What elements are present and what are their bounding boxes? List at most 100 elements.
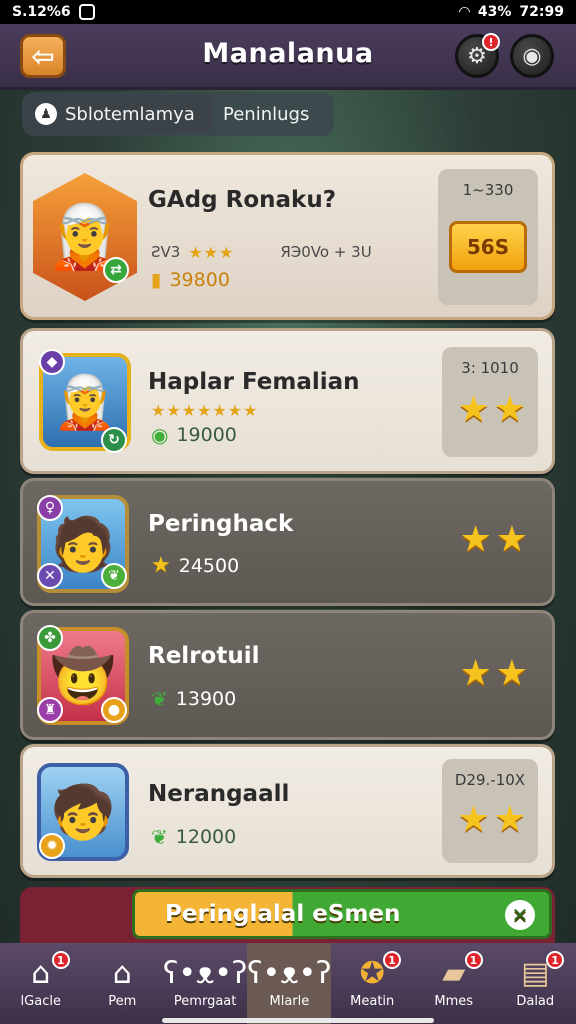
coin-icon: ▮: [151, 269, 162, 291]
home-indicator[interactable]: [162, 1018, 434, 1023]
card-stars: ★ ★: [457, 389, 526, 430]
panel-label: 3: 1010: [461, 359, 519, 377]
tab-sblotemlamya[interactable]: ♟ Sblotemlamya: [25, 95, 213, 133]
nav-label: Meatin: [350, 994, 395, 1009]
score: ◉ 19000: [151, 423, 237, 447]
panel-label: 1~330: [462, 181, 514, 199]
nav-item-meatin[interactable]: ✪ Meatin 1: [331, 943, 413, 1024]
swap-icon: ⇄: [103, 257, 129, 283]
panel-label: D29.-10X: [454, 771, 526, 789]
star-icon: ★: [151, 553, 171, 578]
banner-text: Peringlalal eSmen: [165, 901, 401, 927]
warrior-portrait-icon: 🧝: [52, 372, 118, 433]
character-card[interactable]: 🧒 ✹ Nerangaall ❦ 12000 D29.-10X ★ ★: [20, 744, 555, 878]
nav-label: Mmes: [434, 994, 474, 1009]
coin-badge-icon: ✹: [39, 833, 65, 859]
score-value: 39800: [169, 269, 230, 291]
card-icon: ▰: [442, 956, 466, 991]
nav-badge: 1: [546, 951, 565, 969]
battery-percent: 43%: [477, 4, 512, 20]
nav-item-mlarle[interactable]: ʕ•ᴥ•ʔ Mlarle: [247, 943, 332, 1024]
house-icon: ⌂: [31, 956, 51, 991]
star-icon: ★: [459, 653, 492, 694]
nav-badge: 1: [382, 951, 401, 969]
leaf-icon: ❦: [151, 687, 168, 711]
nav-label: lGacle: [20, 994, 61, 1009]
character-name: Peringhack: [148, 511, 294, 537]
character-name: Haplar Femalian: [148, 369, 360, 395]
nav-item-pemrgaat[interactable]: ʕ•ᴥ•ʔ Pemrgaat: [163, 943, 247, 1024]
bear-icon: ʕ•ᴥ•ʔ: [163, 956, 248, 991]
scroll-icon: ▤: [521, 956, 550, 991]
coin-badge-icon: ●: [101, 697, 127, 723]
level-row: ƧV3 ★★★ ЯЭ0Vo + 3U: [151, 243, 372, 262]
card-stars: ★ ★: [457, 799, 526, 840]
class-icon: ♜: [37, 697, 63, 723]
house-icon: ⌂: [112, 956, 132, 991]
star-icon: ★: [495, 519, 528, 560]
star-icon: ★: [459, 519, 492, 560]
rank-icon: ◆: [39, 349, 65, 375]
score-value: 19000: [176, 424, 237, 446]
character-name: GAdg Ronaku?: [148, 187, 337, 213]
gold-coin-icon: ✪: [359, 956, 385, 991]
person-icon: ♟: [35, 103, 57, 125]
promo-banner[interactable]: Peringlalal eSmen ✕: [132, 889, 552, 939]
rating-stars: ★★★: [188, 243, 235, 262]
app-notification-icon: [78, 4, 95, 20]
nav-item-mmes[interactable]: ▰ Mmes 1: [413, 943, 495, 1024]
character-card[interactable]: 🧑 ♀ ✕ ❦ Peringhack ★ 24500 ★ ★: [20, 478, 555, 606]
score: ★ 24500: [151, 553, 239, 578]
tab-label: Sblotemlamya: [65, 103, 195, 125]
header: ⇦ Manalanua ⚙ ! ◉: [0, 24, 576, 90]
rank-icon: ♀: [37, 495, 63, 521]
collect-button[interactable]: 56S: [449, 221, 527, 273]
profile-button[interactable]: ◉: [510, 34, 554, 78]
character-card[interactable]: 🧝 ◆ ↻ Haplar Femalian ★★★★★★★ ◉ 19000 3:…: [20, 328, 555, 474]
tab-peninlugs[interactable]: Peninlugs: [213, 95, 319, 133]
star-icon: ★: [457, 799, 490, 840]
bear-icon: ʕ•ᴥ•ʔ: [247, 956, 332, 991]
card-stars: ★ ★: [459, 653, 528, 694]
character-card[interactable]: 🤠 ✤ ♜ ● Relrotuil ❦ 13900 ★ ★: [20, 610, 555, 740]
card-stars: ★ ★: [459, 519, 528, 560]
bottom-navigation: ⌂ lGacle 1 ⌂ Pem ʕ•ᴥ•ʔ Pemrgaat ʕ•ᴥ•ʔ Ml…: [0, 943, 576, 1024]
rating-stars: ★★★★★★★: [151, 401, 259, 420]
leaf-icon: ❦: [151, 825, 168, 849]
leaf-icon: ◉: [151, 423, 169, 447]
score: ▮ 39800: [151, 269, 230, 291]
reward-panel: 1~330 56S: [438, 169, 538, 305]
swap-icon: ↻: [101, 427, 127, 453]
status-time-right: 72:99: [519, 4, 564, 20]
score: ❦ 13900: [151, 687, 236, 711]
tab-bar: ♟ Sblotemlamya Peninlugs: [22, 92, 334, 136]
character-name: Relrotuil: [148, 643, 260, 669]
elf-portrait-icon: 🧒: [50, 782, 116, 843]
nav-item-pem[interactable]: ⌂ Pem: [82, 943, 164, 1024]
star-icon: ★: [495, 653, 528, 694]
star-icon: ★: [493, 389, 526, 430]
character-name: Nerangaall: [148, 781, 290, 807]
ring-icon: ◉: [522, 43, 542, 69]
nav-label: Dalad: [516, 994, 555, 1009]
nav-badge: 1: [464, 951, 483, 969]
status-time-left: S.12%6: [12, 4, 71, 20]
nav-item-gacle[interactable]: ⌂ lGacle 1: [0, 943, 82, 1024]
nav-item-dalad[interactable]: ▤ Dalad 1: [495, 943, 576, 1024]
settings-button[interactable]: ⚙ !: [455, 33, 500, 78]
score-value: 12000: [175, 826, 237, 848]
star-icon: ★: [457, 389, 490, 430]
close-icon[interactable]: ✕: [505, 900, 535, 930]
score: ❦ 12000: [151, 825, 236, 849]
score-value: 24500: [178, 554, 240, 577]
wifi-icon: ◠: [459, 4, 470, 20]
score-value: 13900: [175, 688, 237, 710]
promo-banner-container: Peringlalal eSmen ✕: [20, 887, 555, 943]
nav-label: Mlarle: [269, 994, 310, 1009]
settings-badge: !: [482, 33, 500, 51]
leaf-badge-icon: ❦: [101, 563, 127, 589]
clover-icon: ✤: [37, 625, 63, 651]
tab-label: Peninlugs: [223, 103, 310, 125]
featured-character-card[interactable]: 🧝 ⇄ GAdg Ronaku? ƧV3 ★★★ ЯЭ0Vo + 3U ▮ 39…: [20, 152, 555, 320]
nav-label: Pem: [108, 994, 137, 1009]
